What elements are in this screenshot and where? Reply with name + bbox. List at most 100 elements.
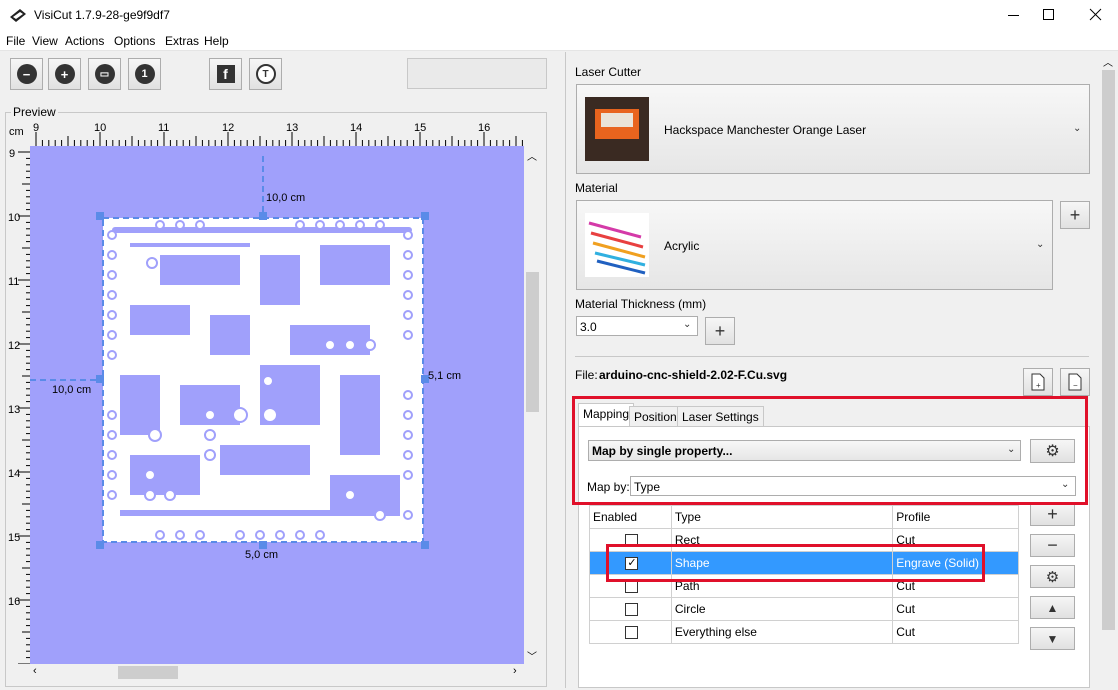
column-header-type[interactable]: Type [670, 505, 894, 529]
enabled-cell [589, 620, 672, 644]
menu-extras[interactable]: Extras [165, 34, 199, 48]
remove-mapping-button[interactable]: − [1030, 534, 1075, 557]
chevron-down-icon: ⌄ [683, 319, 692, 330]
move-up-button[interactable]: ▲ [1030, 596, 1075, 619]
thickness-select[interactable]: 3.0 ⌄ [576, 316, 698, 336]
preview-horizontal-scrollbar[interactable]: ‹ › [30, 664, 524, 681]
table-row[interactable]: Circle Cut [589, 597, 1019, 621]
facebook-button[interactable]: f [209, 58, 242, 90]
preview-vertical-scrollbar[interactable]: ︿ ﹀ [524, 146, 541, 664]
highlight-mapping-box [572, 396, 1088, 505]
file-name: arduino-cnc-shield-2.02-F.Cu.svg [599, 368, 788, 382]
gear-icon: ⚙ [1045, 568, 1060, 586]
move-down-button[interactable]: ▼ [1030, 627, 1075, 650]
v-tick-11: 11 [8, 276, 20, 288]
profile-cell[interactable]: Cut [892, 597, 1019, 621]
enabled-cell [589, 597, 672, 621]
column-header-profile[interactable]: Profile [892, 505, 1019, 529]
material-label: Material [575, 181, 618, 195]
menu-bar: File View Actions Options Extras Help [0, 31, 1118, 51]
scroll-thumb-vertical[interactable] [526, 272, 539, 412]
remove-file-button[interactable]: − [1060, 368, 1090, 396]
v-tick-16: 16 [8, 596, 21, 608]
close-icon[interactable] [1073, 0, 1118, 31]
menu-help[interactable]: Help [204, 34, 229, 48]
maximize-icon[interactable] [1027, 0, 1069, 31]
zoom-100-icon: 1 [134, 64, 155, 84]
h-tick-16: 16 [478, 122, 491, 134]
scroll-thumb-vertical[interactable] [1102, 70, 1115, 630]
thingiverse-button[interactable]: T [249, 58, 282, 90]
menu-actions[interactable]: Actions [65, 34, 104, 48]
h-tick-13: 13 [286, 122, 299, 134]
settings-vertical-scrollbar[interactable]: ︿ [1100, 52, 1117, 688]
h-tick-11: 11 [158, 122, 170, 134]
add-material-button[interactable]: + [1060, 201, 1090, 229]
dimension-left: 10,0 cm [52, 384, 92, 396]
v-tick-9: 9 [9, 148, 16, 160]
thickness-value: 3.0 [580, 320, 597, 334]
v-tick-10: 10 [8, 212, 21, 224]
zoom-out-icon: − [16, 64, 37, 84]
type-cell: Everything else [670, 620, 894, 644]
edit-mapping-button[interactable]: ⚙ [1030, 565, 1075, 588]
add-thickness-button[interactable]: + [705, 317, 735, 345]
material-thumbnail [585, 213, 649, 277]
chevron-down-icon: ⌄ [1073, 123, 1082, 134]
arrow-up-icon: ▲ [1046, 600, 1059, 615]
app-icon [10, 9, 26, 22]
thingiverse-icon: T [255, 64, 276, 84]
v-tick-13: 13 [8, 404, 21, 416]
v-tick-14: 14 [8, 468, 21, 480]
window-title: VisiCut 1.7.9-28-ge9f9df7 [34, 8, 170, 22]
zoom-in-icon: + [54, 64, 75, 84]
table-row[interactable]: Everything else Cut [589, 620, 1019, 644]
zoom-fit-button[interactable]: ▭ [88, 58, 121, 90]
svg-text:+: + [1036, 381, 1041, 390]
material-select[interactable]: Acrylic ⌄ [576, 200, 1053, 290]
h-tick-9: 9 [33, 122, 40, 134]
scroll-left-icon[interactable]: ‹ [33, 665, 37, 677]
menu-options[interactable]: Options [114, 34, 155, 48]
chevron-down-icon: ⌄ [1036, 239, 1045, 250]
scroll-right-icon[interactable]: › [513, 665, 517, 677]
zoom-100-button[interactable]: 1 [128, 58, 161, 90]
dimension-top: 10,0 cm [266, 192, 306, 204]
arrow-down-icon: ▼ [1046, 631, 1059, 646]
menu-view[interactable]: View [32, 34, 58, 48]
enabled-checkbox[interactable] [625, 580, 639, 594]
scroll-up-icon[interactable]: ︿ [1103, 54, 1113, 69]
remove-file-icon: − [1068, 373, 1082, 391]
profile-cell[interactable]: Cut [892, 620, 1019, 644]
laser-cutter-thumbnail [585, 97, 649, 161]
preview-label: Preview [11, 105, 58, 119]
ruler-unit: cm [9, 126, 24, 138]
highlight-shape-row [606, 544, 985, 582]
add-mapping-button[interactable]: + [1030, 503, 1075, 526]
material-name: Acrylic [664, 239, 700, 253]
dimension-bottom: 5,0 cm [245, 549, 279, 561]
facebook-icon: f [216, 65, 235, 83]
scroll-down-icon[interactable]: ﹀ [527, 648, 537, 663]
scroll-thumb-horizontal[interactable] [118, 666, 178, 679]
menu-file[interactable]: File [6, 34, 25, 48]
scroll-up-icon[interactable]: ︿ [527, 148, 537, 163]
svg-text:−: − [1073, 381, 1078, 390]
table-header: Enabled Type Profile [589, 505, 1019, 529]
zoom-in-button[interactable]: + [48, 58, 81, 90]
column-header-enabled[interactable]: Enabled [589, 505, 672, 529]
laser-cutter-select[interactable]: Hackspace Manchester Orange Laser ⌄ [576, 84, 1090, 174]
progress-field [407, 58, 547, 89]
zoom-fit-icon: ▭ [94, 64, 115, 84]
enabled-checkbox[interactable] [625, 603, 639, 617]
v-tick-15: 15 [8, 532, 21, 544]
file-label: File: [575, 368, 598, 382]
h-tick-14: 14 [350, 122, 363, 134]
new-file-button[interactable]: + [1023, 368, 1053, 396]
h-tick-12: 12 [222, 122, 235, 134]
dimension-right: 5,1 cm [428, 370, 462, 382]
enabled-checkbox[interactable] [625, 626, 639, 640]
zoom-out-button[interactable]: − [10, 58, 43, 90]
divider [575, 356, 1089, 357]
h-tick-10: 10 [94, 122, 107, 134]
